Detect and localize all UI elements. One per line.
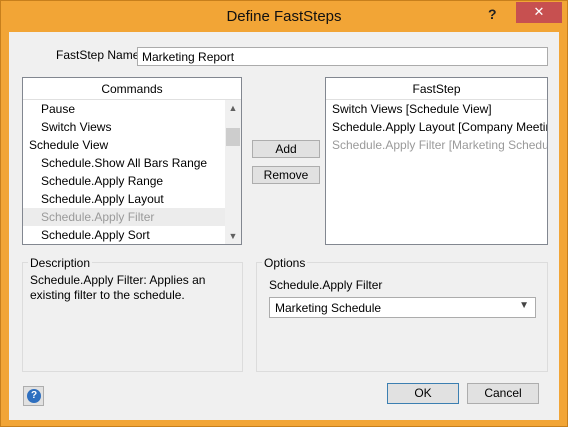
command-item-apply-sort[interactable]: Schedule.Apply Sort bbox=[23, 226, 225, 244]
faststep-name-label: FastStep Name: bbox=[56, 48, 143, 62]
description-title: Description bbox=[28, 256, 93, 270]
scrollbar-thumb[interactable] bbox=[226, 128, 240, 146]
cancel-button[interactable]: Cancel bbox=[467, 383, 539, 404]
faststep-header: FastStep bbox=[326, 78, 547, 100]
scroll-down-arrow-icon[interactable]: ▼ bbox=[225, 228, 241, 244]
filter-select-value: Marketing Schedule bbox=[275, 301, 382, 315]
command-item-show-all-bars-range[interactable]: Schedule.Show All Bars Range bbox=[23, 154, 225, 172]
filter-select[interactable]: Marketing Schedule ▼ bbox=[269, 297, 536, 318]
dialog-body: FastStep Name: Commands Pause Switch Vie… bbox=[9, 32, 559, 420]
commands-header: Commands bbox=[23, 78, 241, 100]
command-group-schedule-view[interactable]: Schedule View bbox=[23, 136, 225, 154]
command-item-switch-views[interactable]: Switch Views bbox=[23, 118, 225, 136]
command-item-apply-filter[interactable]: Schedule.Apply Filter bbox=[23, 208, 225, 226]
scroll-up-arrow-icon[interactable]: ▲ bbox=[225, 100, 241, 116]
chevron-down-icon[interactable]: ▼ bbox=[519, 300, 529, 311]
description-text: Schedule.Apply Filter: Applies an existi… bbox=[30, 273, 206, 302]
title-bar[interactable]: Define FastSteps ? ✕ bbox=[1, 1, 567, 32]
help-icon: ? bbox=[27, 389, 41, 403]
commands-scrollbar[interactable]: ▲ ▼ bbox=[225, 100, 241, 244]
faststep-list[interactable]: FastStep Switch Views [Schedule View] Sc… bbox=[325, 77, 548, 245]
remove-button[interactable]: Remove bbox=[252, 166, 320, 184]
command-item-apply-range[interactable]: Schedule.Apply Range bbox=[23, 172, 225, 190]
command-item-apply-layout[interactable]: Schedule.Apply Layout bbox=[23, 190, 225, 208]
faststep-item-apply-layout[interactable]: Schedule.Apply Layout [Company Meeting..… bbox=[326, 118, 547, 136]
add-button[interactable]: Add bbox=[252, 140, 320, 158]
close-button[interactable]: ✕ bbox=[516, 2, 562, 23]
command-item-pause[interactable]: Pause bbox=[23, 100, 225, 118]
help-button[interactable]: ? bbox=[23, 386, 44, 406]
help-question-icon[interactable]: ? bbox=[488, 6, 497, 22]
commands-list[interactable]: Commands Pause Switch Views Schedule Vie… bbox=[22, 77, 242, 245]
options-group: Options Schedule.Apply Filter Marketing … bbox=[256, 256, 548, 372]
dialog-window: Define FastSteps ? ✕ FastStep Name: Comm… bbox=[0, 0, 568, 427]
options-label: Schedule.Apply Filter bbox=[269, 278, 383, 292]
ok-button[interactable]: OK bbox=[387, 383, 459, 404]
faststep-item-switch-views[interactable]: Switch Views [Schedule View] bbox=[326, 100, 547, 118]
options-title: Options bbox=[262, 256, 308, 270]
dialog-title: Define FastSteps bbox=[226, 8, 342, 25]
faststep-name-input[interactable] bbox=[137, 47, 548, 66]
faststep-item-apply-filter[interactable]: Schedule.Apply Filter [Marketing Schedul… bbox=[326, 136, 547, 154]
description-group: Description Schedule.Apply Filter: Appli… bbox=[22, 256, 243, 372]
